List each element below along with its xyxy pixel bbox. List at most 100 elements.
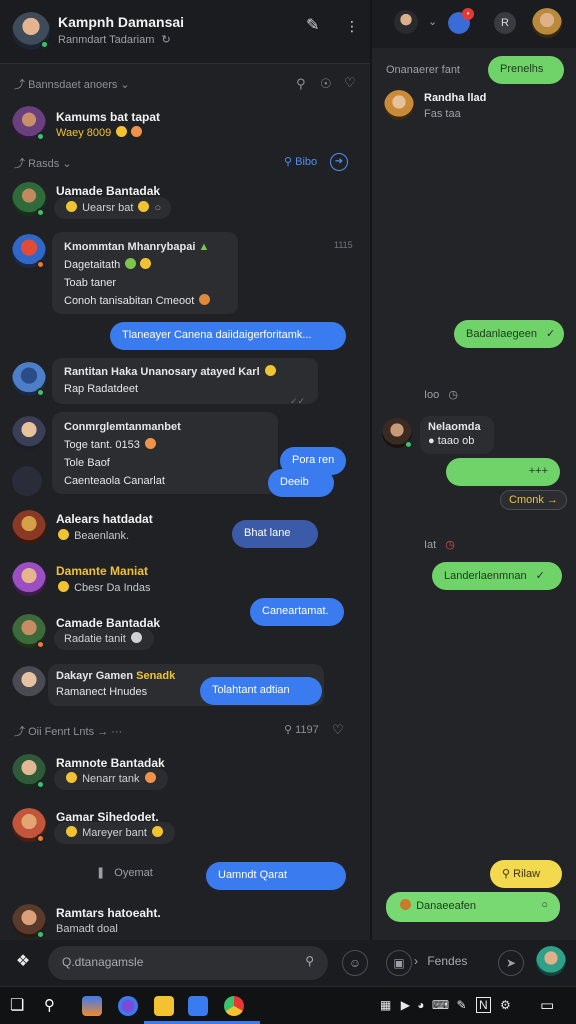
clock-icon: ◷ (448, 389, 458, 401)
chevron-down-icon[interactable]: ⌄ (428, 14, 437, 30)
chat-name: Aalears hatdadat (56, 512, 153, 526)
chat-row[interactable]: Camade Bantadak Radatie tanit (0, 612, 370, 658)
home-icon[interactable] (82, 996, 102, 1016)
chat-icon[interactable] (188, 996, 208, 1016)
chat-name: Damante Maniat (56, 564, 149, 578)
chat-row[interactable]: Kmommtan Mhanrybapai ▲ Dagetaitath Toab … (0, 230, 370, 316)
attachment-icon: ○ (541, 899, 548, 911)
chat-row[interactable]: Rantitan Haka Unanosary atayed Karl Rap … (0, 358, 370, 408)
message-card[interactable]: Kmommtan Mhanrybapai ▲ Dagetaitath Toab … (52, 232, 238, 314)
system-tray[interactable]: ▦ ▶ ◕ ⌨ ✎ N ⚙ (380, 997, 511, 1013)
chat-name: Rantitan Haka Unanosary atayed Karl (64, 364, 306, 381)
message-card[interactable]: Rantitan Haka Unanosary atayed Karl Rap … (52, 358, 318, 404)
chat-row[interactable]: Uamade Bantadak Uearsr bat ○ (0, 180, 370, 226)
action-button[interactable]: Prenelhs (488, 56, 564, 84)
chat-name: Uamade Bantadak (56, 184, 161, 198)
search-icon[interactable]: ⚲ (44, 996, 64, 1016)
emoji-icon (144, 772, 156, 783)
chat-name: Kamums bat tapat (56, 110, 161, 124)
network-icon: ▦ (380, 998, 392, 1012)
chat-row[interactable]: Ramtars hatoeaht. Bamadt doal (0, 902, 370, 940)
contact-sub: Fas taa (424, 108, 461, 120)
online-indicator (404, 440, 413, 449)
emoji-icon (131, 126, 143, 137)
chat-row[interactable]: Kamums bat tapat Waey 8009 (0, 104, 370, 146)
chat-name: Kmommtan Mhanrybapai ▲ (64, 241, 210, 253)
apps-icon[interactable]: ❖ (10, 950, 36, 976)
message-input[interactable]: › Fendes (414, 954, 554, 988)
search-input[interactable]: Q.dtanagamsle ⚲ (48, 946, 328, 980)
reply-pill[interactable]: Cmonk → (500, 490, 567, 510)
user-avatar[interactable] (532, 8, 562, 38)
emoji-icon (125, 258, 137, 269)
online-indicator (40, 40, 49, 49)
emoji-icon (151, 826, 163, 837)
emoji-icon (58, 529, 69, 540)
start-icon[interactable]: ❏ (10, 996, 30, 1016)
outgoing-message[interactable]: +++ (446, 458, 560, 486)
contact-avatar[interactable] (394, 10, 418, 34)
send-icon[interactable]: ➤ (498, 950, 524, 976)
chevron-down-icon[interactable]: ⌄ (62, 158, 71, 170)
pencil-icon[interactable]: ✎ (306, 18, 319, 34)
bell-action[interactable]: ⚲ Bibo (284, 155, 317, 168)
count-label: ⚲ 1197 (284, 724, 319, 736)
check-icon: ✓ (546, 328, 556, 340)
conversation-pane: Onanaerer fant Prenelhs Randha llad Fas … (372, 48, 576, 940)
new-message-icon[interactable]: ➜ (330, 153, 348, 171)
profile-settings-icon[interactable]: R (494, 12, 516, 34)
avatar-placeholder (12, 466, 42, 496)
outgoing-message[interactable]: Tlaneayer Canena daiidaigerforitamk... (110, 322, 346, 350)
pin-icon: ⤴ (14, 158, 25, 170)
browser-icon[interactable] (118, 996, 138, 1016)
wifi-icon: ◕ (417, 998, 425, 1012)
chat-preview: Nenarr tank (54, 768, 168, 790)
folder-icon[interactable] (154, 996, 174, 1016)
chat-list-pane: Kampnh Damansai Ranmdart Tadariam ↻ ✎ ⋮ … (0, 0, 370, 940)
outgoing-message[interactable]: Uamndt Qarat (206, 862, 346, 890)
search-icon[interactable]: ⚲ (305, 954, 314, 968)
outgoing-message[interactable]: Bhat lane (232, 520, 318, 548)
message-card[interactable]: Conmrglemtanmanbet Toge tant. 0153 Tole … (52, 412, 278, 494)
header-subtitle: Ranmdart Tadariam ↻ (58, 34, 171, 46)
chat-preview: Uearsr bat ○ (54, 197, 172, 219)
outgoing-message[interactable]: Tolahtant adtian (200, 677, 322, 705)
chevron-down-icon[interactable]: ⌄ (120, 79, 129, 91)
clock-icon: ◷ (445, 539, 455, 551)
search-icon[interactable]: ⚲ (296, 76, 306, 92)
compass-icon[interactable]: ☉ (320, 76, 332, 92)
reaction-icon: ○ (154, 202, 162, 214)
emoji-icon (140, 258, 152, 269)
outgoing-message[interactable]: Danaeeafen ○ (386, 892, 560, 922)
chat-row[interactable]: Ramnote Bantadak Nenarr tank (0, 752, 370, 796)
outgoing-message[interactable]: Deeib (268, 469, 334, 497)
reaction-bubble[interactable]: ⚲ Rilaw (490, 860, 562, 888)
section-header-older: ⤴ Oii Fenrt Lnts → ··· ⚲ 1197 ♡ (14, 722, 344, 738)
refresh-icon[interactable]: ↻ (161, 34, 170, 46)
user-avatar[interactable] (536, 946, 566, 976)
notification-center-icon[interactable]: ▭ (540, 996, 560, 1016)
emoji-button[interactable]: ☺ (342, 950, 368, 976)
notification-badge: • (462, 8, 474, 20)
section-header-pinned: ⤴ Bannsdaet anoers ⌄ ⚲ ☉ ♡ (14, 75, 356, 92)
messenger-app: Kampnh Damansai Ranmdart Tadariam ↻ ✎ ⋮ … (0, 0, 576, 986)
chat-preview: Mareyer bant (54, 822, 175, 844)
emoji-icon (66, 772, 77, 783)
outgoing-message[interactable]: Landerlaenmnan ✓ (432, 562, 562, 590)
chrome-icon[interactable] (224, 996, 244, 1016)
heart-icon[interactable]: ♡ (344, 75, 356, 91)
chat-name: Ramtars hatoeaht. (56, 906, 161, 920)
chat-row[interactable]: Gamar Sihedodet. Mareyer bant (0, 806, 370, 852)
attach-button[interactable]: ▣ (386, 950, 412, 976)
emoji-icon (400, 899, 411, 910)
pen-icon: ✎ (456, 998, 467, 1012)
conversation-label: Onanaerer fant (386, 64, 460, 76)
pin-icon: ⚲ (502, 868, 511, 880)
avatar (12, 666, 46, 700)
heart-icon[interactable]: ♡ (332, 722, 344, 738)
message-card[interactable]: Nelaomda ● taao ob (420, 416, 494, 454)
outgoing-message[interactable]: Badanlaegeen ✓ (454, 320, 564, 348)
kebab-menu-icon[interactable]: ⋮ (345, 18, 359, 34)
more-icon[interactable]: → ··· (97, 726, 122, 738)
chat-preview: Bamadt doal (56, 923, 118, 935)
